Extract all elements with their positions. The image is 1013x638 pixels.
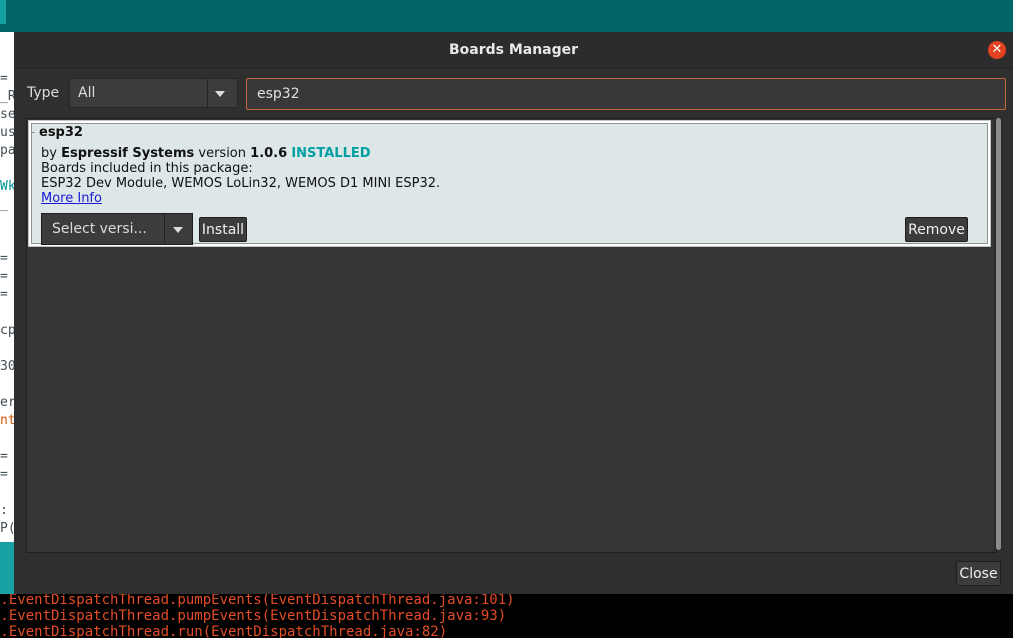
- console-line: t.EventDispatchThread.run(EventDispatchT…: [0, 624, 448, 638]
- board-author-line: by Espressif Systems version 1.0.6 INSTA…: [41, 146, 371, 161]
- console-line: t.EventDispatchThread.pumpEvents(EventDi…: [0, 608, 507, 624]
- editor-line-fragment: =: [0, 287, 8, 302]
- version-dropdown[interactable]: Select versi...: [41, 213, 193, 245]
- editor-line-fragment: =: [0, 449, 8, 464]
- editor-line-fragment: :: [0, 503, 8, 518]
- ide-tab-stub[interactable]: [0, 0, 6, 24]
- version-prefix: version: [198, 146, 247, 161]
- chevron-down-icon: [173, 227, 183, 233]
- by-prefix: by: [41, 146, 57, 161]
- boards-included-list: ESP32 Dev Module, WEMOS LoLin32, WEMOS D…: [41, 176, 441, 191]
- dropdown-separator: [207, 79, 208, 107]
- boards-included-label: Boards included in this package:: [41, 161, 253, 176]
- editor-line-fragment: =: [0, 71, 8, 86]
- editor-line-fragment: =: [0, 269, 8, 284]
- editor-line-fragment: =: [0, 467, 8, 482]
- search-input[interactable]: [246, 78, 1006, 110]
- ide-toolbar: [0, 0, 1013, 32]
- editor-line-fragment: _: [0, 197, 8, 212]
- dialog-title: Boards Manager: [448, 42, 579, 58]
- type-dropdown-value: All: [78, 85, 96, 101]
- board-version: 1.0.6: [250, 146, 288, 161]
- console-line: t.EventDispatchThread.pumpEvents(EventDi…: [0, 594, 515, 608]
- remove-button[interactable]: Remove: [905, 217, 968, 242]
- editor-line-fragment: =: [0, 251, 8, 266]
- close-icon[interactable]: ✕: [988, 41, 1006, 59]
- dropdown-separator: [164, 214, 165, 244]
- scrollbar-thumb[interactable]: [996, 118, 1001, 550]
- type-label: Type: [27, 85, 60, 101]
- board-item-frame: esp32 by Espressif Systems version 1.0.6…: [31, 123, 988, 245]
- type-dropdown[interactable]: All: [69, 78, 238, 108]
- board-author: Espressif Systems: [61, 146, 195, 161]
- chevron-down-icon: [215, 91, 225, 97]
- installed-status-badge: INSTALLED: [291, 146, 371, 161]
- install-button[interactable]: Install: [199, 217, 247, 242]
- boards-list: esp32 by Espressif Systems version 1.0.6…: [26, 118, 997, 553]
- version-dropdown-value: Select versi...: [52, 221, 147, 237]
- board-name: esp32: [37, 125, 85, 140]
- boards-manager-dialog: Boards Manager ✕ Type All esp32 by Espre…: [14, 32, 1013, 594]
- ide-console: t.EventDispatchThread.pumpEvents(EventDi…: [0, 594, 1013, 638]
- close-button[interactable]: Close: [956, 561, 1001, 586]
- more-info-link[interactable]: More Info: [41, 191, 102, 206]
- filter-row: Type All: [14, 70, 1013, 110]
- frame-line: [32, 132, 35, 133]
- dialog-titlebar[interactable]: Boards Manager ✕: [14, 32, 1013, 69]
- board-list-item[interactable]: esp32 by Espressif Systems version 1.0.6…: [28, 120, 991, 247]
